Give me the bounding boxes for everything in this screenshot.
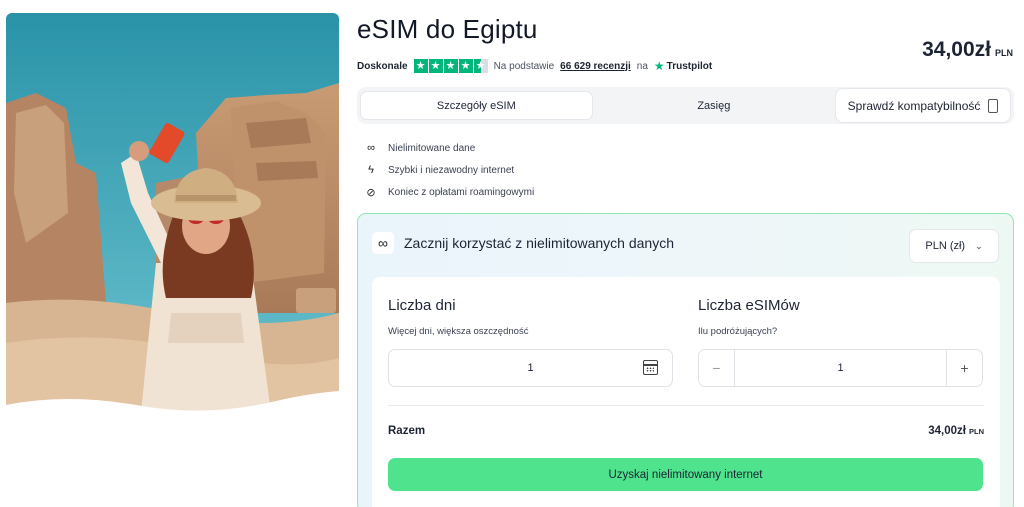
chevron-down-icon: ⌄ — [975, 240, 983, 251]
days-section: Liczba dni Więcej dni, większa oszczędno… — [388, 297, 528, 337]
tab-bar: Szczegóły eSIM Zasięg Sprawdź kompatybil… — [357, 87, 1014, 124]
infinity-icon: ∞ — [367, 142, 375, 154]
currency-select[interactable]: PLN (zł) ⌄ — [909, 229, 999, 263]
lightning-icon: ϟ — [368, 164, 374, 176]
no-roaming-icon: ⊘ — [366, 186, 376, 199]
header-price: 34,00zł PLN — [922, 38, 1013, 62]
esims-stepper: − 1 + — [698, 349, 983, 387]
days-subtitle: Więcej dni, większa oszczędność — [388, 326, 529, 337]
panel-heading: Zacznij korzystać z nielimitowanych dany… — [404, 235, 674, 251]
rating-stars: ★ ★ ★ ★ ★ — [413, 59, 488, 73]
trustpilot-star-icon: ★ — [653, 59, 665, 73]
esims-title: Liczba eSIMów — [698, 297, 800, 314]
phone-icon — [988, 98, 999, 113]
tab-coverage[interactable]: Zasięg — [593, 91, 835, 120]
star-icon: ★ — [413, 59, 428, 73]
rating-based-on: Na podstawie — [493, 60, 555, 72]
reviews-link[interactable]: 66 629 recenzji — [560, 61, 631, 72]
feature-text: Szybki i niezawodny internet — [388, 164, 515, 176]
days-value: 1 — [527, 362, 534, 374]
hero-image — [6, 13, 339, 413]
increment-button[interactable]: + — [946, 350, 982, 386]
divider — [388, 405, 984, 406]
page-title: eSIM do Egiptu — [357, 14, 538, 44]
price-amount: 34,00zł — [922, 38, 991, 61]
feature-item: ⊘ Koniec z opłatami roamingowymi — [364, 181, 534, 203]
check-compatibility-button[interactable]: Sprawdź kompatybilność — [835, 88, 1011, 123]
panel-header: ∞ Zacznij korzystać z nielimitowanych da… — [372, 232, 674, 254]
feature-text: Nielimitowane dane — [388, 142, 476, 154]
star-icon: ★ — [428, 59, 443, 73]
rating-label: Doskonale — [357, 60, 408, 72]
get-unlimited-internet-button[interactable]: Uzyskaj nielimitowany internet — [388, 458, 983, 491]
star-icon: ★ — [443, 59, 458, 73]
feature-list: ∞ Nielimitowane dane ϟ Szybki i niezawod… — [364, 137, 534, 203]
total-label: Razem — [388, 425, 426, 437]
compatibility-label: Sprawdź kompatybilność — [847, 98, 981, 113]
currency-value: PLN (zł) — [925, 240, 966, 252]
calendar-icon[interactable] — [643, 360, 658, 375]
trustpilot-name: Trustpilot — [666, 60, 713, 72]
purchase-panel: ∞ Zacznij korzystać z nielimitowanych da… — [357, 213, 1014, 507]
rating-on: na — [636, 60, 648, 72]
total-price: 34,00zł PLN — [928, 425, 984, 437]
esims-section: Liczba eSIMów Ilu podróżujących? — [698, 297, 800, 337]
star-icon: ★ — [458, 59, 473, 73]
tab-esim-details[interactable]: Szczegóły eSIM — [360, 91, 593, 120]
trustpilot-rating: Doskonale ★ ★ ★ ★ ★ Na podstawie 66 629 … — [357, 59, 712, 73]
esims-subtitle: Ilu podróżujących? — [698, 326, 778, 337]
order-card: Liczba dni Więcej dni, większa oszczędno… — [372, 277, 1000, 507]
infinity-icon: ∞ — [372, 232, 394, 254]
feature-item: ∞ Nielimitowane dane — [364, 137, 534, 159]
feature-text: Koniec z opłatami roamingowymi — [388, 186, 535, 198]
price-currency: PLN — [995, 48, 1013, 58]
trustpilot-logo: ★ Trustpilot — [654, 59, 712, 73]
half-star-icon: ★ — [473, 59, 488, 73]
total-currency: PLN — [969, 427, 984, 436]
days-input[interactable]: 1 — [388, 349, 673, 387]
days-title: Liczba dni — [388, 297, 456, 314]
esims-value[interactable]: 1 — [735, 362, 946, 374]
decrement-button[interactable]: − — [699, 350, 735, 386]
total-amount: 34,00zł — [928, 425, 966, 437]
feature-item: ϟ Szybki i niezawodny internet — [364, 159, 534, 181]
